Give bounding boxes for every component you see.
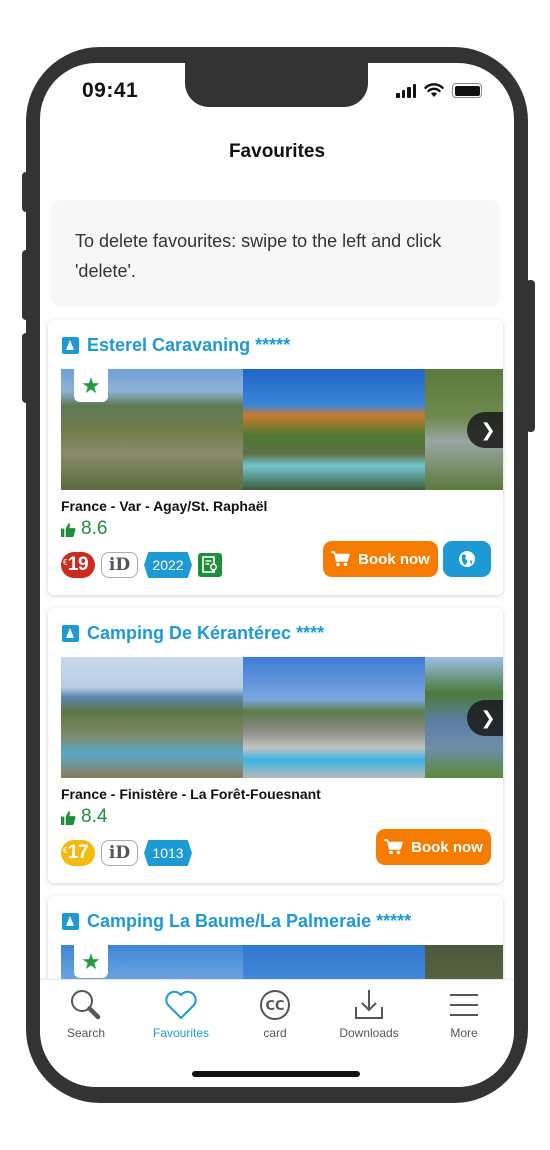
certificate-icon (198, 553, 222, 577)
rating-value: 8.4 (81, 806, 108, 827)
signal-icon (396, 83, 416, 98)
tab-label: More (450, 1026, 478, 1040)
heart-icon (164, 988, 198, 1022)
tab-label: Favourites (152, 1026, 210, 1040)
thumbs-up-icon (61, 810, 76, 825)
acsi-id-badge: iD (101, 840, 138, 866)
cc-card-icon: CC (258, 988, 292, 1022)
website-button[interactable] (443, 541, 491, 577)
book-now-button[interactable]: Book now (376, 829, 491, 865)
campsite-rating: 8.4 (61, 806, 107, 828)
cart-icon (384, 839, 403, 855)
gallery-next-button[interactable]: ❯ (467, 412, 503, 448)
tab-label: Downloads (339, 1026, 399, 1040)
star-icon: ★ (74, 945, 108, 978)
status-time: 09:41 (82, 79, 139, 102)
gallery-next-button[interactable]: ❯ (467, 700, 503, 736)
tab-downloads[interactable]: Downloads (322, 988, 416, 1040)
download-icon (352, 988, 386, 1022)
page-title: Favourites (228, 141, 326, 162)
campsite-rating: 8.6 (61, 518, 107, 540)
phone-screen: 09:41 Favourites To delete favourites: s… (40, 63, 514, 1087)
campsite-name: Camping La Baume/La Palmeraie ***** (87, 911, 412, 931)
campsite-title-link[interactable]: Camping La Baume/La Palmeraie ***** (62, 911, 411, 932)
campsite-photo (243, 369, 425, 490)
favourite-card[interactable]: Camping De Kérantérec **** ❯ France - Fi… (48, 608, 503, 883)
year-badge: 1013 (144, 840, 192, 866)
campsite-name: Esterel Caravaning ***** (87, 335, 291, 355)
home-indicator[interactable] (192, 1071, 360, 1077)
campsite-photo (243, 657, 425, 778)
photo-gallery[interactable]: ❯ (61, 657, 503, 778)
svg-text:CC: CC (265, 999, 284, 1014)
tab-label: card (263, 1026, 287, 1040)
acsi-price-badge: € 17 (61, 840, 95, 866)
delete-hint-text: To delete favourites: swipe to the left … (75, 231, 442, 281)
wifi-icon (424, 83, 444, 97)
campsite-location: France - Finistère - La Forêt-Fouesnant (61, 786, 321, 802)
globe-icon (459, 551, 475, 567)
acsi-id-badge: iD (101, 552, 138, 578)
campsite-photo (61, 657, 243, 778)
status-icons (396, 83, 482, 98)
tab-search[interactable]: Search (40, 988, 133, 1040)
cart-icon (331, 551, 350, 567)
thumbs-up-icon (61, 522, 76, 537)
tab-label: Search (66, 1026, 106, 1040)
tent-icon (62, 337, 79, 354)
campsite-title-link[interactable]: Camping De Kérantérec **** (62, 623, 324, 644)
campsite-location: France - Var - Agay/St. Raphaël (61, 498, 268, 514)
tab-card[interactable]: CC card (228, 988, 322, 1040)
star-icon: ★ (74, 369, 108, 402)
tent-icon (62, 913, 79, 930)
acsi-price-badge: € 19 (61, 552, 95, 578)
search-icon (69, 988, 103, 1022)
menu-icon (447, 988, 481, 1022)
campsite-name: Camping De Kérantérec **** (87, 623, 325, 643)
notch (185, 63, 368, 107)
battery-icon (452, 83, 482, 98)
year-badge: 2022 (144, 552, 192, 578)
rating-value: 8.6 (81, 518, 108, 539)
photo-gallery[interactable]: ★ ❯ (61, 369, 503, 490)
campsite-badges: € 17 iD 1013 (61, 840, 192, 866)
book-now-button[interactable]: Book now (323, 541, 438, 577)
tab-more[interactable]: More (417, 988, 511, 1040)
favourite-card[interactable]: Esterel Caravaning ***** ★ ❯ France - Va… (48, 320, 503, 595)
tent-icon (62, 625, 79, 642)
delete-hint-box: To delete favourites: swipe to the left … (51, 200, 500, 307)
campsite-badges: € 19 iD 2022 (61, 552, 222, 578)
campsite-title-link[interactable]: Esterel Caravaning ***** (62, 335, 290, 356)
tab-favourites[interactable]: Favourites (134, 988, 228, 1040)
